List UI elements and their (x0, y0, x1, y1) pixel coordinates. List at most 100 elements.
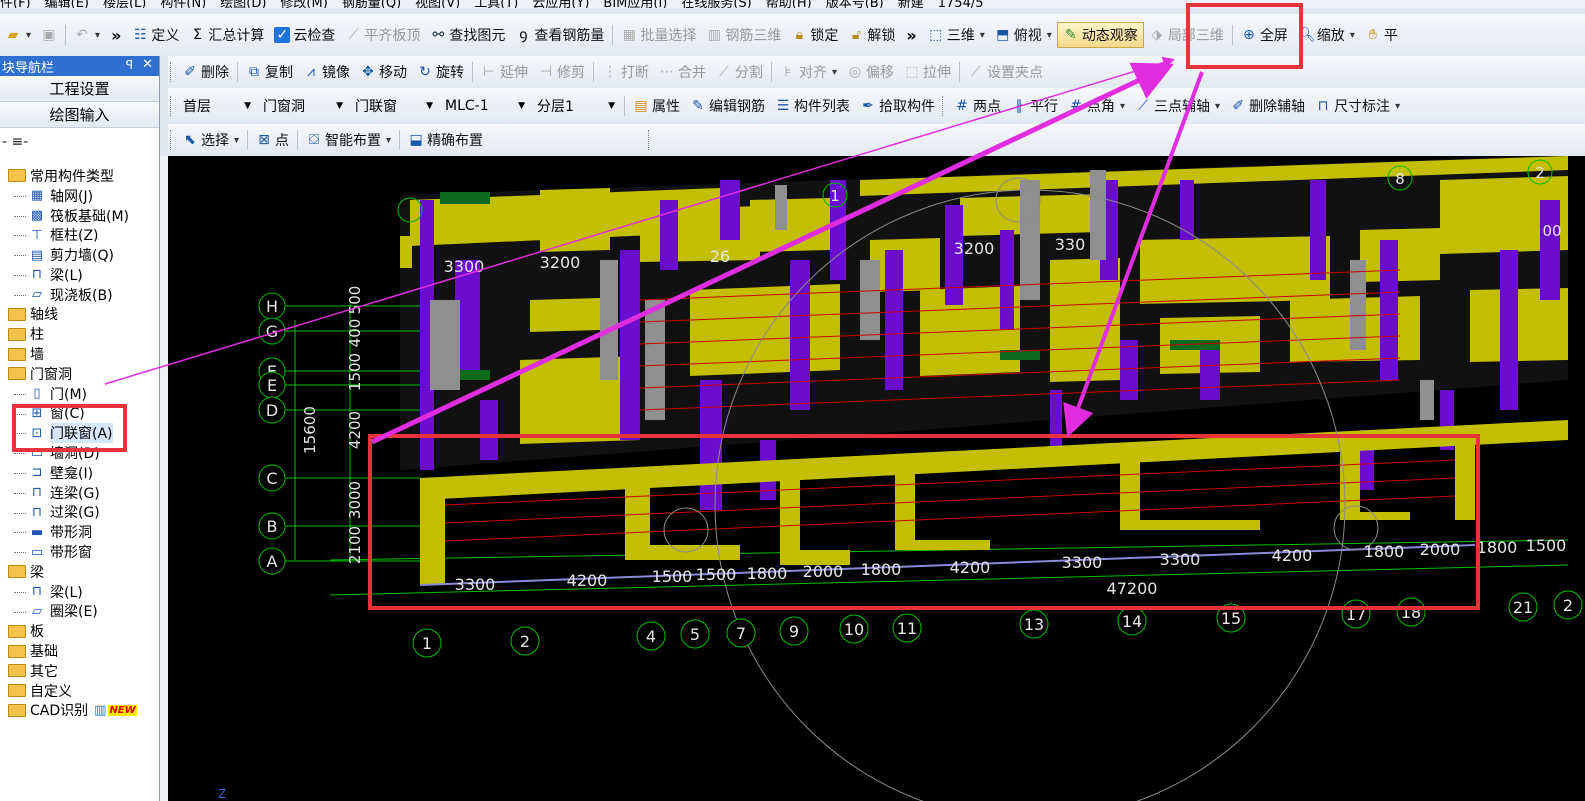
component-list-button[interactable]: ☰ 构件列表 (770, 93, 855, 119)
menu-item[interactable]: 楼层(L) (103, 0, 146, 8)
menu-item[interactable]: 件(F) (0, 0, 31, 8)
menu-item[interactable]: 帮助(H) (766, 0, 812, 8)
menu-item[interactable]: 编辑(E) (45, 0, 89, 8)
unlock-button[interactable]: 🔓︎ 解锁 (843, 22, 900, 48)
menu-item[interactable]: 版本号(B) (826, 0, 884, 8)
pick-component-button[interactable]: ✒ 拾取构件 (855, 93, 940, 119)
tree-item[interactable]: ▤ 剪力墙(Q) (0, 245, 160, 265)
floor-select[interactable]: 首层 ▼ (177, 94, 255, 118)
parallel-aux-button[interactable]: ∦ 平行 (1006, 93, 1063, 119)
menu-item[interactable]: 1754/5 (938, 0, 984, 8)
tree-folder[interactable]: 常用构件类型 (0, 166, 160, 186)
merge-button[interactable]: ⋯ 合并 (654, 59, 711, 85)
tree-item[interactable]: ▩ 筏板基础(M) (0, 206, 160, 226)
tree-folder[interactable]: 板 (0, 621, 160, 641)
local-3d-button[interactable]: ⬗ 局部三维 (1144, 22, 1229, 48)
open-button[interactable]: ▰ ▾ (0, 22, 36, 48)
tree-item[interactable]: ▦ 轴网(J) (0, 186, 160, 206)
tree-item[interactable]: ⊓ 梁(L) (0, 265, 160, 285)
break-button[interactable]: ⋮ 打断 (597, 59, 654, 85)
toolbar-overflow-chevron-2[interactable]: » (900, 26, 922, 45)
tree-item[interactable]: ⊡ 门联窗(A) (0, 423, 160, 444)
view-rebar-button[interactable]: ꝯ 查看钢筋量 (510, 22, 609, 48)
rotate-button[interactable]: ↻ 旋转 (412, 59, 469, 85)
delete-aux-button[interactable]: ✐ 删除辅轴 (1225, 93, 1310, 119)
menu-item[interactable]: 视图(V) (415, 0, 460, 8)
three-d-button[interactable]: ⬚ 三维 ▾ (923, 22, 990, 48)
dimension-button[interactable]: ⊓ 尺寸标注 ▾ (1310, 93, 1405, 119)
tree-item[interactable]: ⊓ 梁(L) (0, 582, 160, 602)
tree-folder[interactable]: 门窗洞 (0, 364, 160, 384)
component-select[interactable]: MLC-1 ▼ (439, 94, 529, 118)
tree-item[interactable]: ⊓ 连梁(G) (0, 483, 160, 503)
properties-button[interactable]: ▤ 属性 (628, 93, 685, 119)
tree-item[interactable]: ⊓ 过梁(G) (0, 503, 160, 523)
move-button[interactable]: ✥ 移动 (355, 59, 412, 85)
menu-item[interactable]: 修改(M) (280, 0, 327, 8)
precise-layout-button[interactable]: ⬓ 精确布置 (403, 127, 488, 153)
tree-folder[interactable]: 自定义 (0, 681, 160, 701)
tree-toggle[interactable]: - ≡- (0, 128, 159, 156)
type-select[interactable]: 门联窗 ▼ (349, 94, 437, 118)
flat-top-button[interactable]: ⟋ 平齐板顶 (340, 22, 425, 48)
tree-item[interactable]: ▭ 带形窗 (0, 542, 160, 562)
rebar-3d-button[interactable]: ▥ 钢筋三维 (701, 22, 786, 48)
fullscreen-button[interactable]: ⊕ 全屏 (1236, 22, 1293, 48)
tree-folder[interactable]: 基础 (0, 641, 160, 661)
dynamic-view-button[interactable]: ✎ 动态观察 (1056, 22, 1144, 48)
menu-item[interactable]: 新建 (898, 0, 924, 8)
split-button[interactable]: ⟋ 分割 (711, 59, 768, 85)
tree-folder[interactable]: 轴线 (0, 305, 160, 325)
tree-folder[interactable]: 墙 (0, 344, 160, 364)
offset-button[interactable]: ◎ 偏移 (842, 59, 899, 85)
three-point-aux-button[interactable]: ⟋ 三点辅轴 ▾ (1130, 93, 1225, 119)
menu-item[interactable]: 构件(N) (160, 0, 206, 8)
pan-button[interactable]: ✋︎ 平 (1360, 22, 1403, 48)
menu-item[interactable]: BIM应用(I) (603, 0, 667, 8)
tree-item[interactable]: ⊞ 窗(C) (0, 404, 160, 424)
batch-select-button[interactable]: ▦ 批量选择 (616, 22, 701, 48)
drawing-input-button[interactable]: 绘图输入 (0, 102, 159, 128)
tree-item[interactable]: ▭ 墙洞(D) (0, 443, 160, 463)
align-button[interactable]: ⊧ 对齐 ▾ (775, 59, 842, 85)
tree-item[interactable]: ▱ 圈梁(E) (0, 602, 160, 622)
save-button[interactable]: ▣ (36, 22, 62, 48)
find-element-button[interactable]: ⚯ 查找图元 (425, 22, 510, 48)
menu-item[interactable]: 绘图(D) (220, 0, 266, 8)
sum-calc-button[interactable]: Σ 汇总计算 (184, 22, 269, 48)
select-button[interactable]: ⬉ 选择 ▾ (177, 127, 244, 153)
menu-item[interactable]: 在线服务(S) (681, 0, 751, 8)
cloud-check-button[interactable]: ✓ 云检查 (269, 22, 340, 48)
tree-item[interactable]: ▬ 带形洞 (0, 522, 160, 542)
canvas-splitter[interactable] (160, 156, 168, 801)
stretch-button[interactable]: ⬚ 拉伸 (899, 59, 956, 85)
copy-button[interactable]: ⧉ 复制 (241, 59, 298, 85)
menu-item[interactable]: 工具(T) (474, 0, 518, 8)
delete-button[interactable]: ✐ 删除 (177, 59, 234, 85)
smart-layout-button[interactable]: ⛋ 智能布置 ▾ (301, 127, 396, 153)
menu-item[interactable]: 钢筋量(Q) (342, 0, 401, 8)
pin-icon[interactable]: ꟼ (126, 58, 133, 72)
top-view-button[interactable]: ⬒ 俯视 ▾ (990, 22, 1057, 48)
drawing-canvas[interactable]: HGEEDCBA12457910111314151718212156004200… (168, 156, 1585, 801)
set-grip-button[interactable]: ⟋ 设置夹点 (963, 59, 1048, 85)
category-select[interactable]: 门窗洞 ▼ (257, 94, 347, 118)
undo-button[interactable]: ↶ ▾ (69, 22, 105, 48)
tree-folder[interactable]: 梁 (0, 562, 160, 582)
point-button[interactable]: ⊠ 点 (251, 127, 294, 153)
toolbar-overflow-chevron[interactable]: » (105, 26, 127, 45)
tree-item[interactable]: ⊐ 壁龛(I) (0, 463, 160, 483)
define-button[interactable]: ☷ 定义 (127, 22, 184, 48)
zoom-button[interactable]: 🔍︎ 缩放 ▾ (1293, 22, 1360, 48)
tree-item[interactable]: ⊤ 框柱(Z) (0, 225, 160, 245)
trim-button[interactable]: ⊣ 修剪 (533, 59, 590, 85)
two-point-aux-button[interactable]: # 两点 (949, 93, 1006, 119)
cad-3d-view[interactable]: HGEEDCBA12457910111314151718212156004200… (168, 156, 1585, 801)
tree-folder[interactable]: CAD识别 ▥ NEW (0, 701, 160, 721)
layer-select[interactable]: 分层1 ▼ (531, 94, 619, 118)
close-icon[interactable]: ✕ (142, 57, 153, 72)
tree-folder[interactable]: 柱 (0, 324, 160, 344)
lock-button[interactable]: 🔒︎ 锁定 (786, 22, 843, 48)
project-settings-button[interactable]: 工程设置 (0, 76, 159, 102)
point-angle-aux-button[interactable]: # 点角 ▾ (1063, 93, 1130, 119)
